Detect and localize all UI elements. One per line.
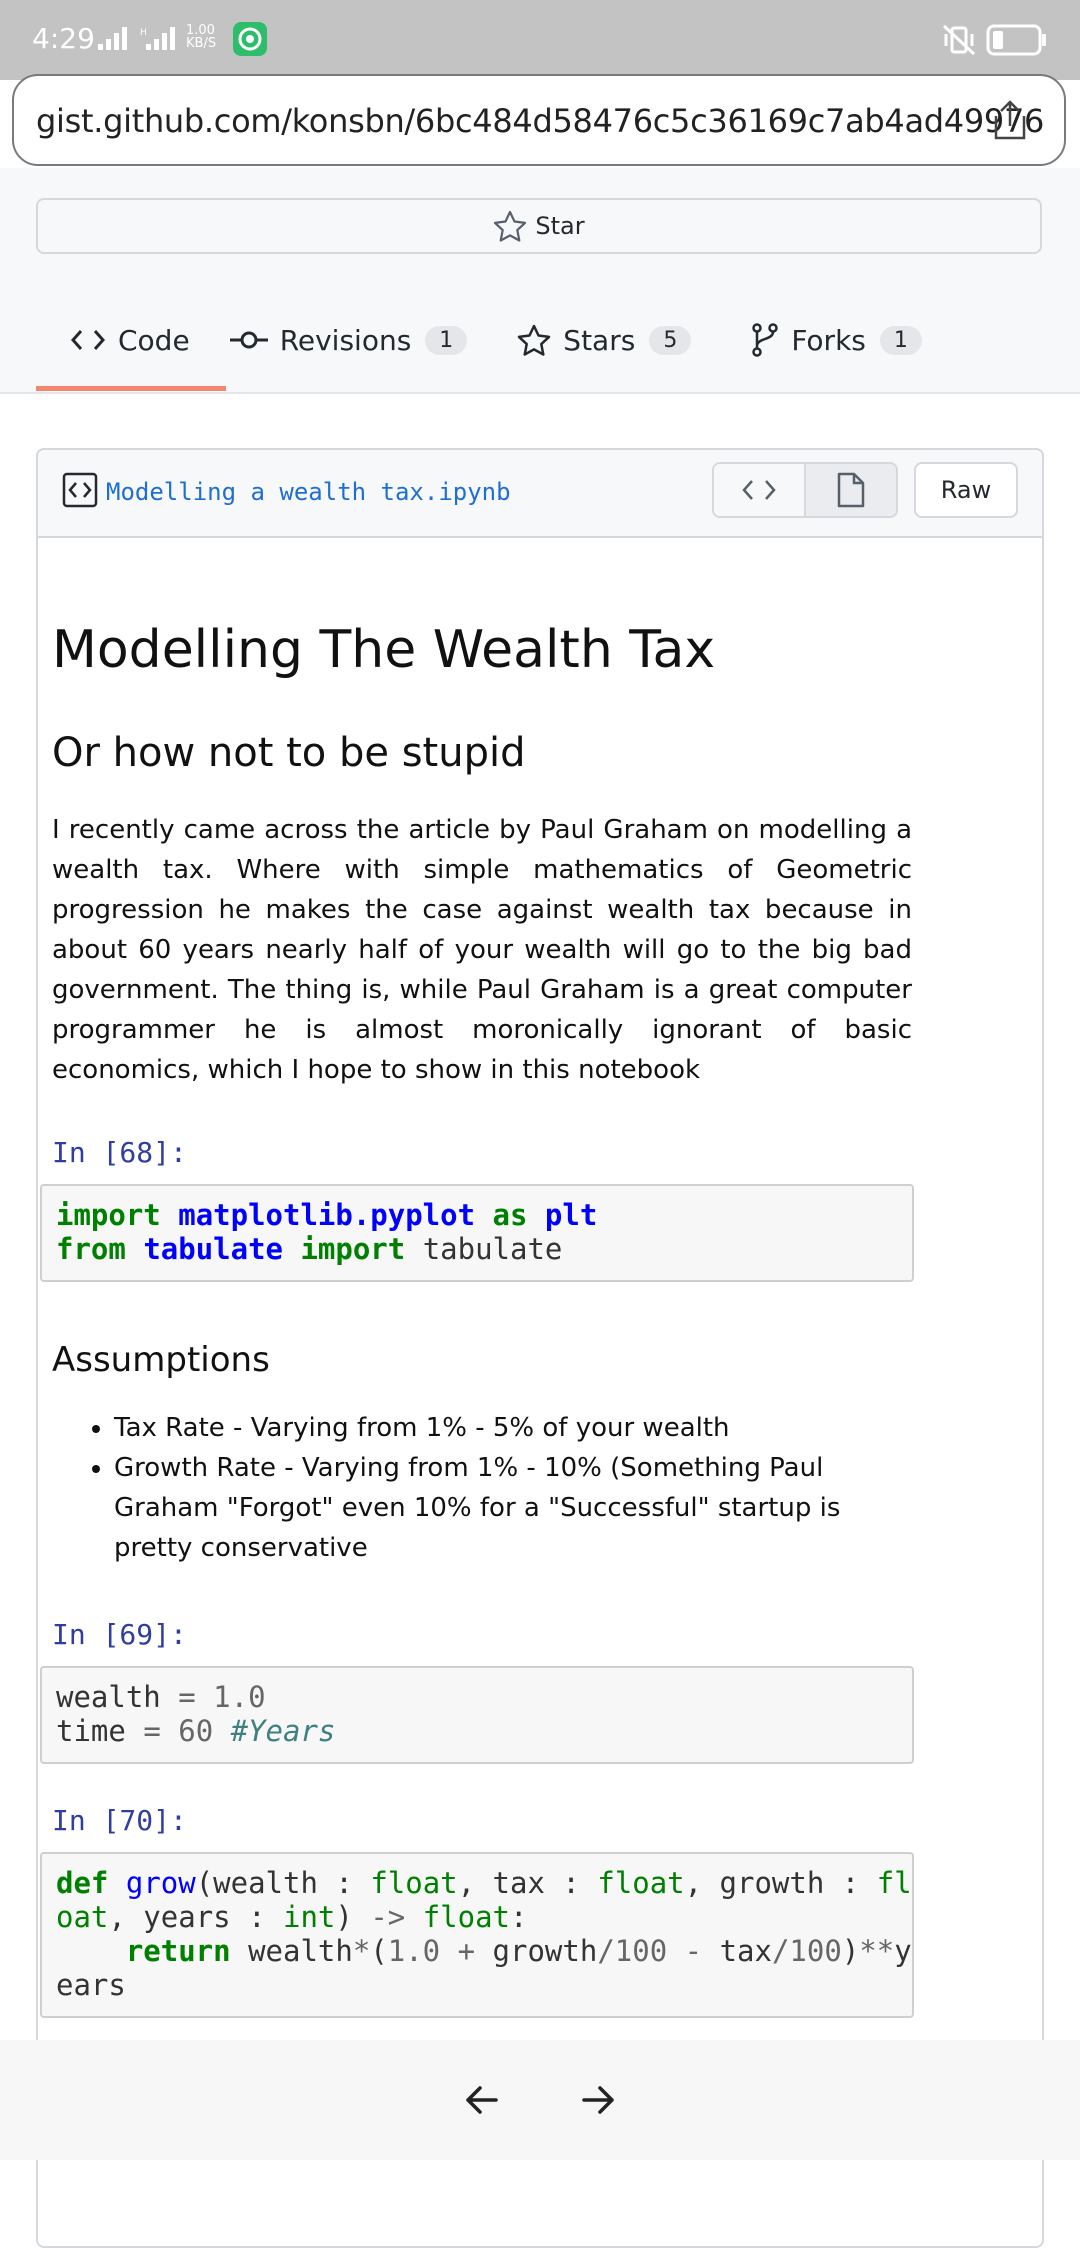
tab-stars-label: Stars <box>563 323 636 357</box>
star-icon <box>518 324 551 356</box>
back-arrow-icon[interactable] <box>462 2080 502 2120</box>
signal-icon <box>98 27 127 50</box>
code-icon <box>70 330 106 350</box>
tab-forks-label: Forks <box>791 323 866 357</box>
list-item: Growth Rate - Varying from 1% - 10% (Som… <box>114 1448 914 1568</box>
status-bar: 4:29 H 1.00 KB/S <box>0 0 1080 80</box>
tab-code-label: Code <box>118 323 190 357</box>
code-cell-imports: import matplotlib.pyplot as plt from tab… <box>40 1184 914 1282</box>
cell-prompt: In [68]: <box>52 1136 187 1169</box>
notebook-subtitle: Or how not to be stupid <box>52 730 526 776</box>
tab-code[interactable]: Code <box>70 300 190 380</box>
vibrate-off-icon <box>942 24 976 56</box>
raw-button[interactable]: Raw <box>914 462 1018 518</box>
file-header: Modelling a wealth tax.ipynb Raw <box>36 448 1044 538</box>
fork-icon <box>752 323 779 357</box>
cell-prompt: In [69]: <box>52 1618 187 1651</box>
list-item: Tax Rate - Varying from 1% - 5% of your … <box>114 1408 914 1448</box>
intro-paragraph: I recently came across the article by Pa… <box>52 815 912 1085</box>
tab-stars[interactable]: Stars 5 <box>517 300 692 380</box>
file-code-icon <box>62 472 98 508</box>
status-time: 4:29 <box>32 22 95 55</box>
file-icon <box>837 472 865 508</box>
view-source-button[interactable] <box>714 464 804 516</box>
address-bar[interactable]: gist.github.com/konsbn/6bc484d58476c5c36… <box>12 74 1066 166</box>
view-toggle <box>712 462 898 518</box>
net-speed-unit: KB/S <box>186 36 217 51</box>
revisions-count: 1 <box>425 325 468 355</box>
url-text[interactable]: gist.github.com/konsbn/6bc484d58476c5c36… <box>36 102 1044 140</box>
star-icon <box>494 210 527 242</box>
code-cell-grow-function: def grow(wealth : float, tax : float, gr… <box>40 1852 914 2018</box>
signal-hplus-icon: H <box>140 27 175 50</box>
code-icon <box>742 480 776 500</box>
share-icon[interactable] <box>990 98 1030 142</box>
tab-forks[interactable]: Forks 1 <box>751 300 922 380</box>
code-cell-variables: wealth = 1.0 time = 60 #Years <box>40 1666 914 1764</box>
app-notification-icon <box>233 22 267 56</box>
battery-icon <box>986 24 1046 56</box>
star-label: Star <box>535 212 585 240</box>
active-tab-indicator <box>36 386 226 391</box>
star-button[interactable]: Star <box>36 198 1042 254</box>
cell-prompt: In [70]: <box>52 1804 187 1837</box>
forward-arrow-icon[interactable] <box>578 2080 618 2120</box>
stars-count: 5 <box>649 325 692 355</box>
forks-count: 1 <box>879 325 922 355</box>
gist-tabs: Code Revisions 1 Stars 5 Forks 1 <box>36 300 982 390</box>
tab-revisions-label: Revisions <box>279 323 412 357</box>
assumptions-list: Tax Rate - Varying from 1% - 5% of your … <box>52 1408 914 1568</box>
view-rendered-button[interactable] <box>804 464 896 516</box>
net-speed: 1.00 KB/S <box>186 24 216 50</box>
file-name-link[interactable]: Modelling a wealth tax.ipynb <box>106 478 511 506</box>
notebook-title: Modelling The Wealth Tax <box>52 620 716 680</box>
bottom-nav-bar <box>0 2040 1080 2160</box>
commit-icon <box>229 331 268 349</box>
tab-revisions[interactable]: Revisions 1 <box>229 300 468 380</box>
assumptions-heading: Assumptions <box>52 1340 270 1380</box>
svg-text:H: H <box>140 28 147 38</box>
tabs-divider <box>0 392 1080 394</box>
